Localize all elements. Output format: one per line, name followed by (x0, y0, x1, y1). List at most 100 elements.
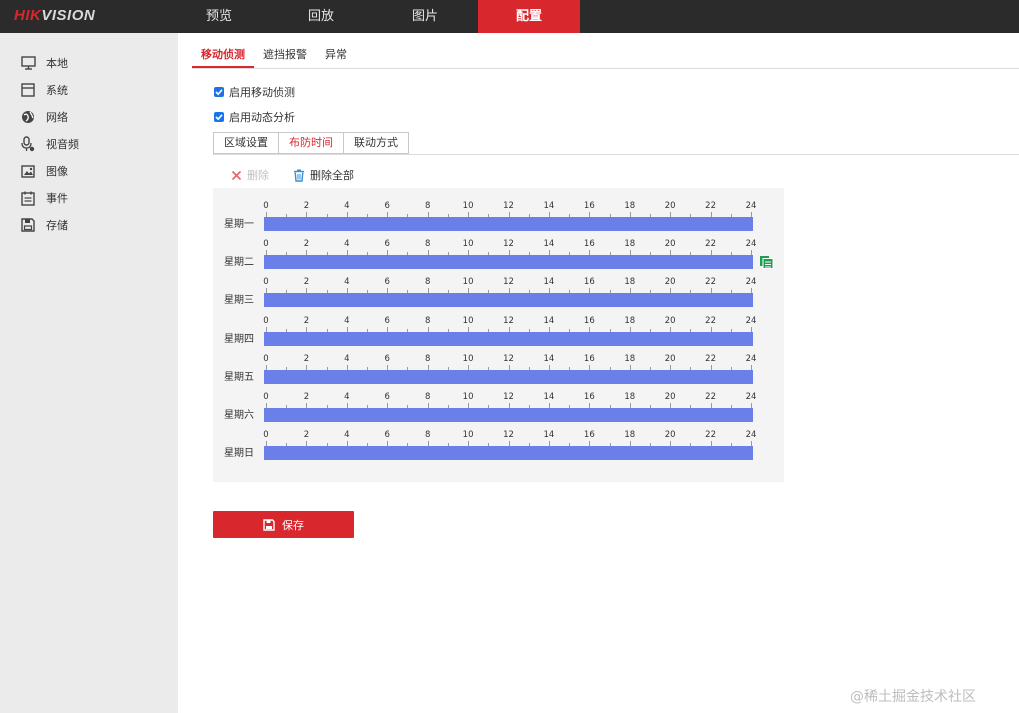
subtab-linkage-method[interactable]: 联动方式 (344, 132, 409, 154)
scale-label: 0 (263, 353, 269, 364)
scale-label: 2 (303, 239, 310, 250)
scale-label: 6 (384, 392, 390, 402)
scale-label: 2 (303, 315, 310, 326)
scale-label: 24 (745, 239, 757, 250)
scale-label: 12 (503, 277, 514, 288)
scale-label: 2 (303, 201, 310, 211)
sidebar-item-system[interactable]: 系统 (20, 80, 68, 100)
day-label: 星期三 (224, 295, 254, 307)
sidebar-item-label: 事件 (46, 192, 68, 205)
scale-label: 24 (745, 315, 757, 326)
schedule-bar[interactable] (264, 217, 753, 231)
scale-label: 4 (344, 239, 350, 250)
sidebar-item-image[interactable]: 图像 (20, 161, 68, 181)
enable-dynamic-analysis-checkbox[interactable] (214, 112, 224, 122)
delete-all-button[interactable]: 删除全部 (293, 167, 354, 183)
scale-label: 18 (624, 277, 636, 288)
tab-exception[interactable]: 异常 (316, 48, 356, 68)
scale-label: 2 (303, 277, 310, 288)
nav-picture[interactable]: 图片 (374, 0, 476, 33)
scale-label: 14 (543, 201, 555, 211)
sidebar-item-storage[interactable]: 存储 (20, 215, 68, 235)
subtab-arming-schedule[interactable]: 布防时间 (279, 132, 344, 154)
scale-label: 18 (624, 239, 636, 250)
day-label: 星期日 (224, 448, 254, 460)
scale-label: 14 (543, 239, 555, 250)
enable-motion-detection-label: 启用移动侦测 (229, 86, 295, 99)
sidebar-item-event[interactable]: 事件 (20, 188, 68, 208)
nav-preview[interactable]: 预览 (168, 0, 270, 33)
scale-label: 18 (624, 392, 636, 402)
scale-label: 20 (664, 392, 676, 402)
tab-tamper-alarm[interactable]: 遮挡报警 (254, 48, 316, 68)
tab-motion-detection[interactable]: 移动侦测 (192, 48, 254, 68)
scale-label: 14 (543, 353, 555, 364)
scale-label: 22 (705, 277, 716, 288)
scale-label: 22 (705, 201, 716, 211)
schedule-bar[interactable] (264, 408, 753, 422)
scale-label: 4 (344, 201, 350, 211)
delete-label: 删除 (247, 169, 269, 182)
enable-dynamic-analysis-label: 启用动态分析 (229, 111, 295, 124)
scale-label: 10 (462, 277, 474, 288)
scale-label: 18 (624, 315, 636, 326)
scale-label: 24 (745, 277, 757, 288)
scale-label: 14 (543, 277, 555, 288)
schedule-panel: 0 2 4 6 8 10 12 14 16 18 20 22 24 星期一 0 2 4 6 8 10 12 14 16 18 2… (213, 188, 784, 482)
sidebar-item-video-audio[interactable]: 视音频 (20, 134, 79, 154)
scale-label: 14 (543, 392, 555, 402)
monitor-icon (20, 55, 36, 71)
scale-label: 20 (664, 201, 676, 211)
day-label: 星期六 (224, 410, 254, 421)
scale-label: 4 (344, 430, 350, 441)
scale-label: 8 (424, 353, 431, 364)
scale-label: 4 (344, 392, 350, 402)
day-label: 星期五 (224, 371, 254, 383)
scale-label: 2 (303, 430, 310, 441)
scale-label: 2 (303, 353, 310, 364)
scale-label: 12 (503, 392, 514, 402)
scale-label: 6 (384, 239, 390, 250)
scale-label: 0 (263, 315, 269, 326)
day-label: 星期四 (224, 333, 254, 345)
save-button[interactable]: 保存 (213, 511, 354, 538)
main-content: 移动侦测 遮挡报警 异常 启用移动侦测 启用动态分析 区域设置 布防时间 联动方… (178, 33, 1019, 713)
scale-label: 16 (583, 353, 595, 364)
delete-button[interactable]: 删除 (231, 167, 269, 183)
schedule-bar[interactable] (264, 255, 753, 270)
scale-label: 10 (462, 239, 474, 250)
scale-label: 22 (705, 392, 716, 402)
top-bar: HIKVISION 预览 回放 图片 配置 (0, 0, 1019, 33)
copy-icon[interactable] (759, 255, 774, 272)
sidebar-item-local[interactable]: 本地 (20, 53, 68, 73)
storage-icon (20, 217, 36, 233)
watermark: @稀土掘金技术社区 (850, 689, 976, 705)
scale-label: 6 (384, 277, 390, 288)
scale-label: 12 (503, 315, 514, 326)
enable-motion-detection-checkbox[interactable] (214, 87, 224, 97)
scale-label: 14 (543, 315, 555, 326)
scale-label: 12 (503, 201, 514, 211)
sidebar-item-label: 图像 (46, 165, 68, 178)
sidebar-item-label: 网络 (46, 111, 68, 124)
globe-icon (20, 109, 36, 125)
scale-label: 18 (624, 353, 636, 364)
schedule-bar[interactable] (264, 331, 753, 346)
subtab-area-settings[interactable]: 区域设置 (213, 132, 279, 154)
mic-camera-icon (20, 136, 36, 152)
scale-label: 16 (583, 392, 595, 402)
scale-label: 0 (263, 277, 269, 288)
schedule-bar[interactable] (264, 446, 753, 461)
scale-label: 8 (424, 430, 431, 441)
scale-label: 8 (424, 315, 431, 326)
sidebar-item-label: 存储 (46, 219, 68, 232)
schedule-bar[interactable] (264, 369, 753, 384)
image-icon (20, 163, 36, 179)
nav-configuration[interactable]: 配置 (478, 0, 580, 33)
scale-label: 8 (424, 277, 431, 288)
schedule-bar[interactable] (264, 293, 753, 308)
sidebar-item-network[interactable]: 网络 (20, 107, 68, 127)
scale-label: 10 (462, 315, 474, 326)
day-label: 星期二 (224, 257, 254, 269)
nav-playback[interactable]: 回放 (270, 0, 372, 33)
